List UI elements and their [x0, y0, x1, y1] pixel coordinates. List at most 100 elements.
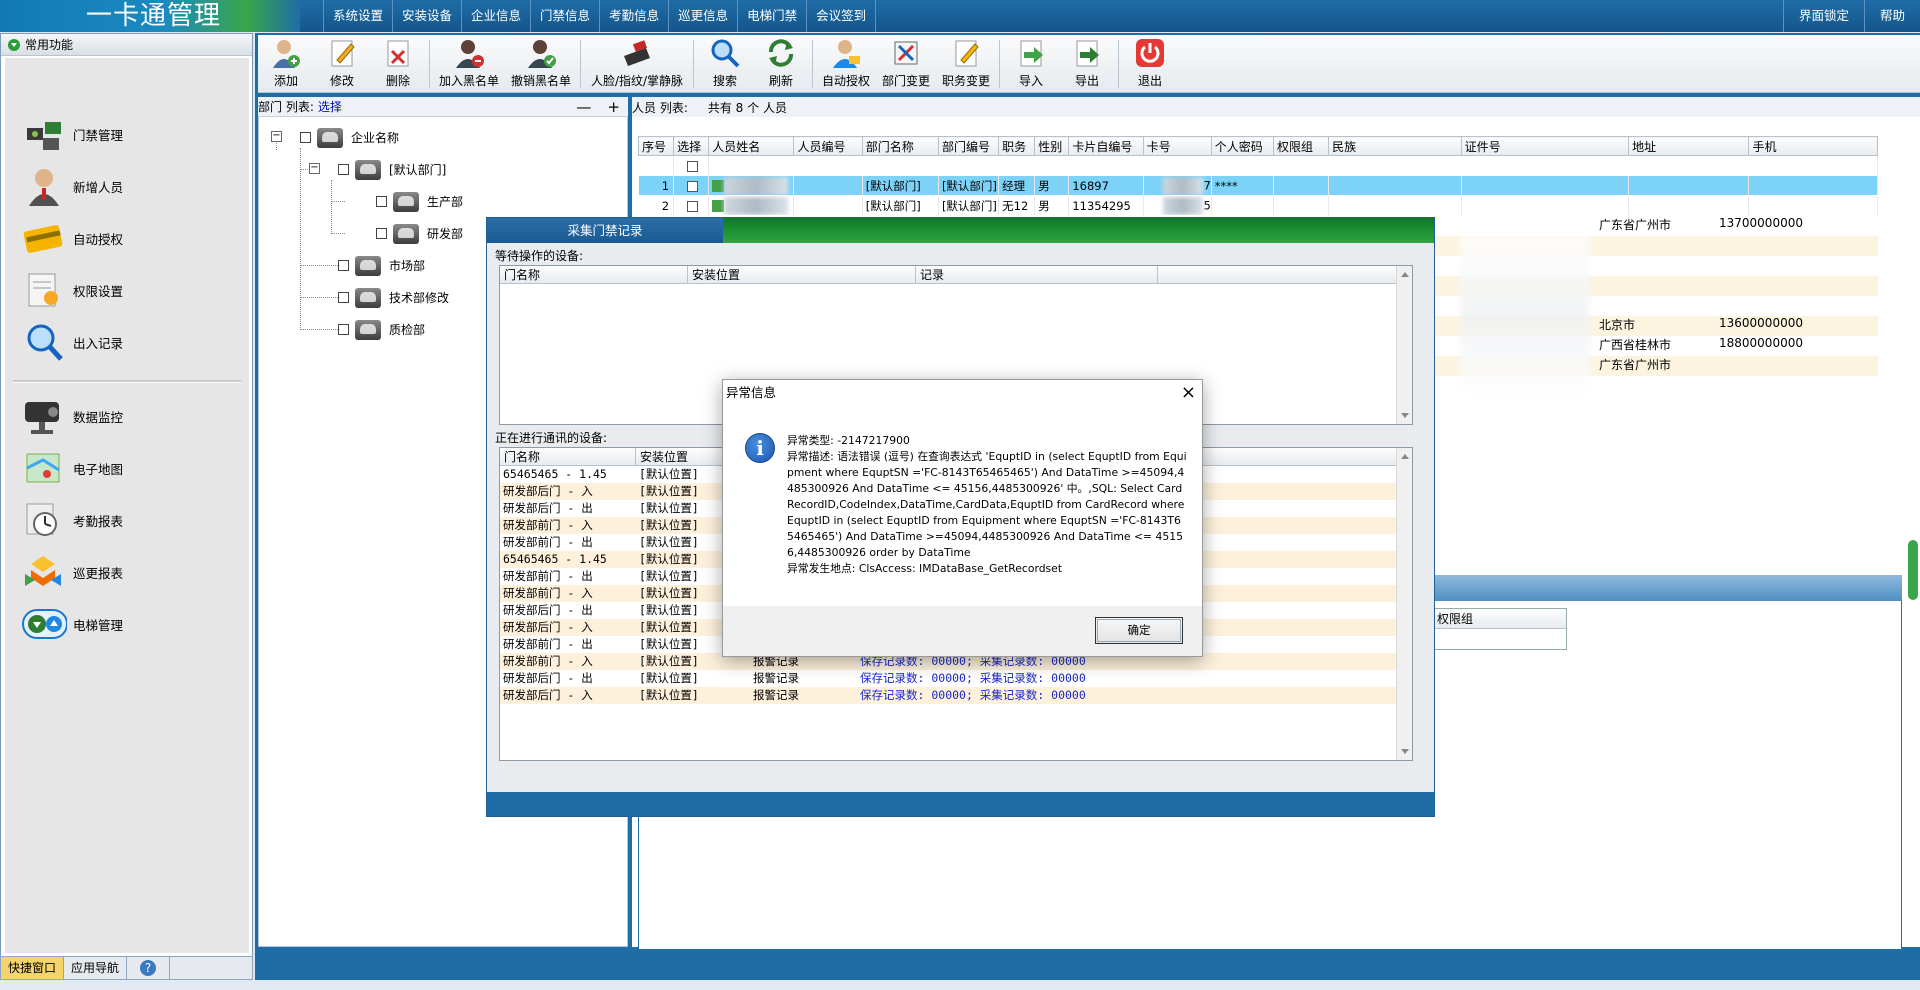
col-header[interactable]: 选择 — [673, 136, 710, 156]
col-header[interactable]: 部门名称 — [861, 136, 939, 156]
sidebar-item-attendance-report[interactable]: 考勤报表 — [5, 496, 249, 544]
sidebar-item-permission-settings[interactable]: 权限设置 — [5, 266, 249, 314]
sidebar-header[interactable]: 常用功能 — [1, 34, 252, 56]
col-header[interactable]: 权限组 — [1272, 136, 1330, 156]
biometric-button[interactable]: 人脸/指纹/掌静脉 — [584, 35, 690, 93]
col-header[interactable]: 序号 — [637, 136, 675, 156]
col-header[interactable]: 权限组 — [1433, 609, 1566, 629]
select-all-checkbox[interactable] — [687, 160, 699, 172]
sidebar-item-auto-authorize[interactable]: 自动授权 — [5, 214, 249, 262]
col-header[interactable]: 人员编号 — [793, 136, 863, 156]
menu-attendance-info[interactable]: 考勤信息 — [599, 0, 668, 32]
sidebar-item-electronic-map[interactable]: 电子地图 — [5, 444, 249, 492]
duty-change-button[interactable]: 职务变更 — [936, 35, 996, 93]
col-header[interactable]: 证件号 — [1460, 136, 1630, 156]
tree-checkbox[interactable] — [376, 227, 387, 239]
collapse-icon[interactable] — [8, 39, 20, 51]
cell-loc: [默认位置] — [639, 688, 699, 702]
tree-checkbox[interactable] — [300, 131, 311, 143]
list-item[interactable]: 研发部后门 - 出 [默认位置] 报警记录 保存记录数: 00000; 采集记录数: … — [500, 670, 1412, 687]
tree-node-company[interactable]: 企业名称 — [300, 126, 399, 148]
dept-change-button[interactable]: 部门变更 — [876, 35, 936, 93]
menu-company-info[interactable]: 企业信息 — [461, 0, 530, 32]
tree-checkbox[interactable] — [338, 323, 349, 335]
col-header[interactable]: 记录 — [916, 266, 1158, 283]
exit-button[interactable]: 退出 — [1122, 35, 1178, 93]
edit-button[interactable]: 修改 — [314, 35, 370, 93]
scrollbar-thumb[interactable] — [1908, 540, 1918, 600]
select-link[interactable]: 选择 — [318, 98, 342, 115]
import-button[interactable]: 导入 — [1003, 35, 1059, 93]
refresh-button[interactable]: 刷新 — [753, 35, 809, 93]
info-icon: i — [745, 433, 775, 463]
tree-collapse-default-dept[interactable]: − — [309, 163, 320, 174]
export-button[interactable]: 导出 — [1059, 35, 1115, 93]
sidebar-item-data-monitor[interactable]: 数据监控 — [5, 392, 249, 440]
sidebar-item-patrol-report[interactable]: 巡更报表 — [5, 548, 249, 596]
menu-system-settings[interactable]: 系统设置 — [323, 0, 392, 32]
col-header[interactable]: 门名称 — [500, 448, 636, 465]
duty-change-icon — [951, 38, 981, 68]
sidebar-item-access-management[interactable]: 门禁管理 — [5, 110, 249, 158]
status-bar — [0, 980, 1920, 990]
close-icon[interactable]: × — [1181, 380, 1196, 405]
tree-checkbox[interactable] — [376, 195, 387, 207]
scrollbar[interactable] — [1396, 266, 1412, 424]
table-row[interactable]: 2 [默认部门] [默认部门] 无12 男 11354295 5 — [638, 195, 1878, 216]
add-button[interactable]: 添加 — [258, 35, 314, 93]
expand-all-button[interactable]: + — [607, 98, 620, 116]
col-header[interactable]: 安装位置 — [688, 266, 916, 283]
ok-button[interactable]: 确定 — [1095, 617, 1183, 644]
table-row[interactable]: 1 [默认部门] [默认部门] 经理 男 16897 7 **** — [638, 175, 1878, 196]
col-header[interactable]: 职务 — [998, 136, 1036, 156]
delete-button[interactable]: 删除 — [370, 35, 426, 93]
detail-pane-header — [1432, 575, 1902, 601]
tree-checkbox[interactable] — [338, 163, 349, 175]
person-table: 序号 选择 人员姓名 人员编号 部门名称 部门编号 职务 性别 卡片自编号 卡号… — [637, 136, 1878, 216]
col-header[interactable]: 部门编号 — [937, 136, 1000, 156]
col-header[interactable]: 卡片自编号 — [1068, 136, 1144, 156]
auto-authorize-button[interactable]: 自动授权 — [816, 35, 876, 93]
sidebar-item-add-person[interactable]: 新增人员 — [5, 162, 249, 210]
scrollbar[interactable] — [1396, 448, 1412, 760]
lock-screen-button[interactable]: 界面锁定 — [1782, 0, 1864, 32]
tab-shortcut-window[interactable]: 快捷窗口 — [1, 957, 65, 979]
menu-elevator-access[interactable]: 电梯门禁 — [737, 0, 806, 32]
help-button[interactable]: 帮助 — [1863, 0, 1920, 32]
col-header[interactable]: 门名称 — [500, 266, 688, 283]
tab-app-navigation[interactable]: 应用导航 — [64, 957, 128, 979]
collapse-all-button[interactable]: — — [576, 98, 591, 116]
remove-blacklist-button[interactable]: 撤销黑名单 — [505, 35, 577, 93]
tree-node-default-dept[interactable]: [默认部门] — [338, 158, 446, 180]
menu-meeting-checkin[interactable]: 会议签到 — [806, 0, 877, 32]
col-header[interactable]: 地址 — [1628, 136, 1750, 156]
menu-install-device[interactable]: 安装设备 — [392, 0, 461, 32]
col-header[interactable]: 性别 — [1034, 136, 1070, 156]
tree-node-qc[interactable]: 质检部 — [338, 318, 425, 340]
toolbar-separator — [999, 40, 1000, 88]
menu-patrol-info[interactable]: 巡更信息 — [668, 0, 737, 32]
group-icon — [355, 286, 381, 308]
tree-node-rnd[interactable]: 研发部 — [376, 222, 463, 244]
add-blacklist-button[interactable]: 加入黑名单 — [433, 35, 505, 93]
col-header[interactable]: 人员姓名 — [708, 136, 795, 156]
col-header[interactable]: 卡号 — [1142, 136, 1212, 156]
search-button[interactable]: 搜索 — [697, 35, 753, 93]
row-checkbox[interactable] — [687, 180, 699, 192]
col-header[interactable]: 个人密码 — [1210, 136, 1274, 156]
col-header[interactable]: 民族 — [1328, 136, 1462, 156]
col-header[interactable]: 手机 — [1748, 136, 1878, 156]
table-row-fragment[interactable]: 广东省广州市 13700000000 — [1432, 216, 1878, 236]
help-circle-icon[interactable]: ? — [127, 957, 171, 979]
tree-checkbox[interactable] — [338, 291, 349, 303]
row-checkbox[interactable] — [687, 200, 699, 212]
sidebar-item-elevator-management[interactable]: 电梯管理 — [5, 600, 249, 648]
list-item[interactable]: 研发部后门 - 入 [默认位置] 报警记录 保存记录数: 00000; 采集记录数: … — [500, 687, 1412, 704]
tree-node-production[interactable]: 生产部 — [376, 190, 463, 212]
tree-checkbox[interactable] — [338, 259, 349, 271]
tree-node-marketing[interactable]: 市场部 — [338, 254, 425, 276]
menu-access-info[interactable]: 门禁信息 — [530, 0, 599, 32]
tree-collapse-root[interactable]: − — [271, 131, 282, 142]
sidebar-item-access-records[interactable]: 出入记录 — [5, 318, 249, 366]
tree-node-tech[interactable]: 技术部修改 — [338, 286, 449, 308]
